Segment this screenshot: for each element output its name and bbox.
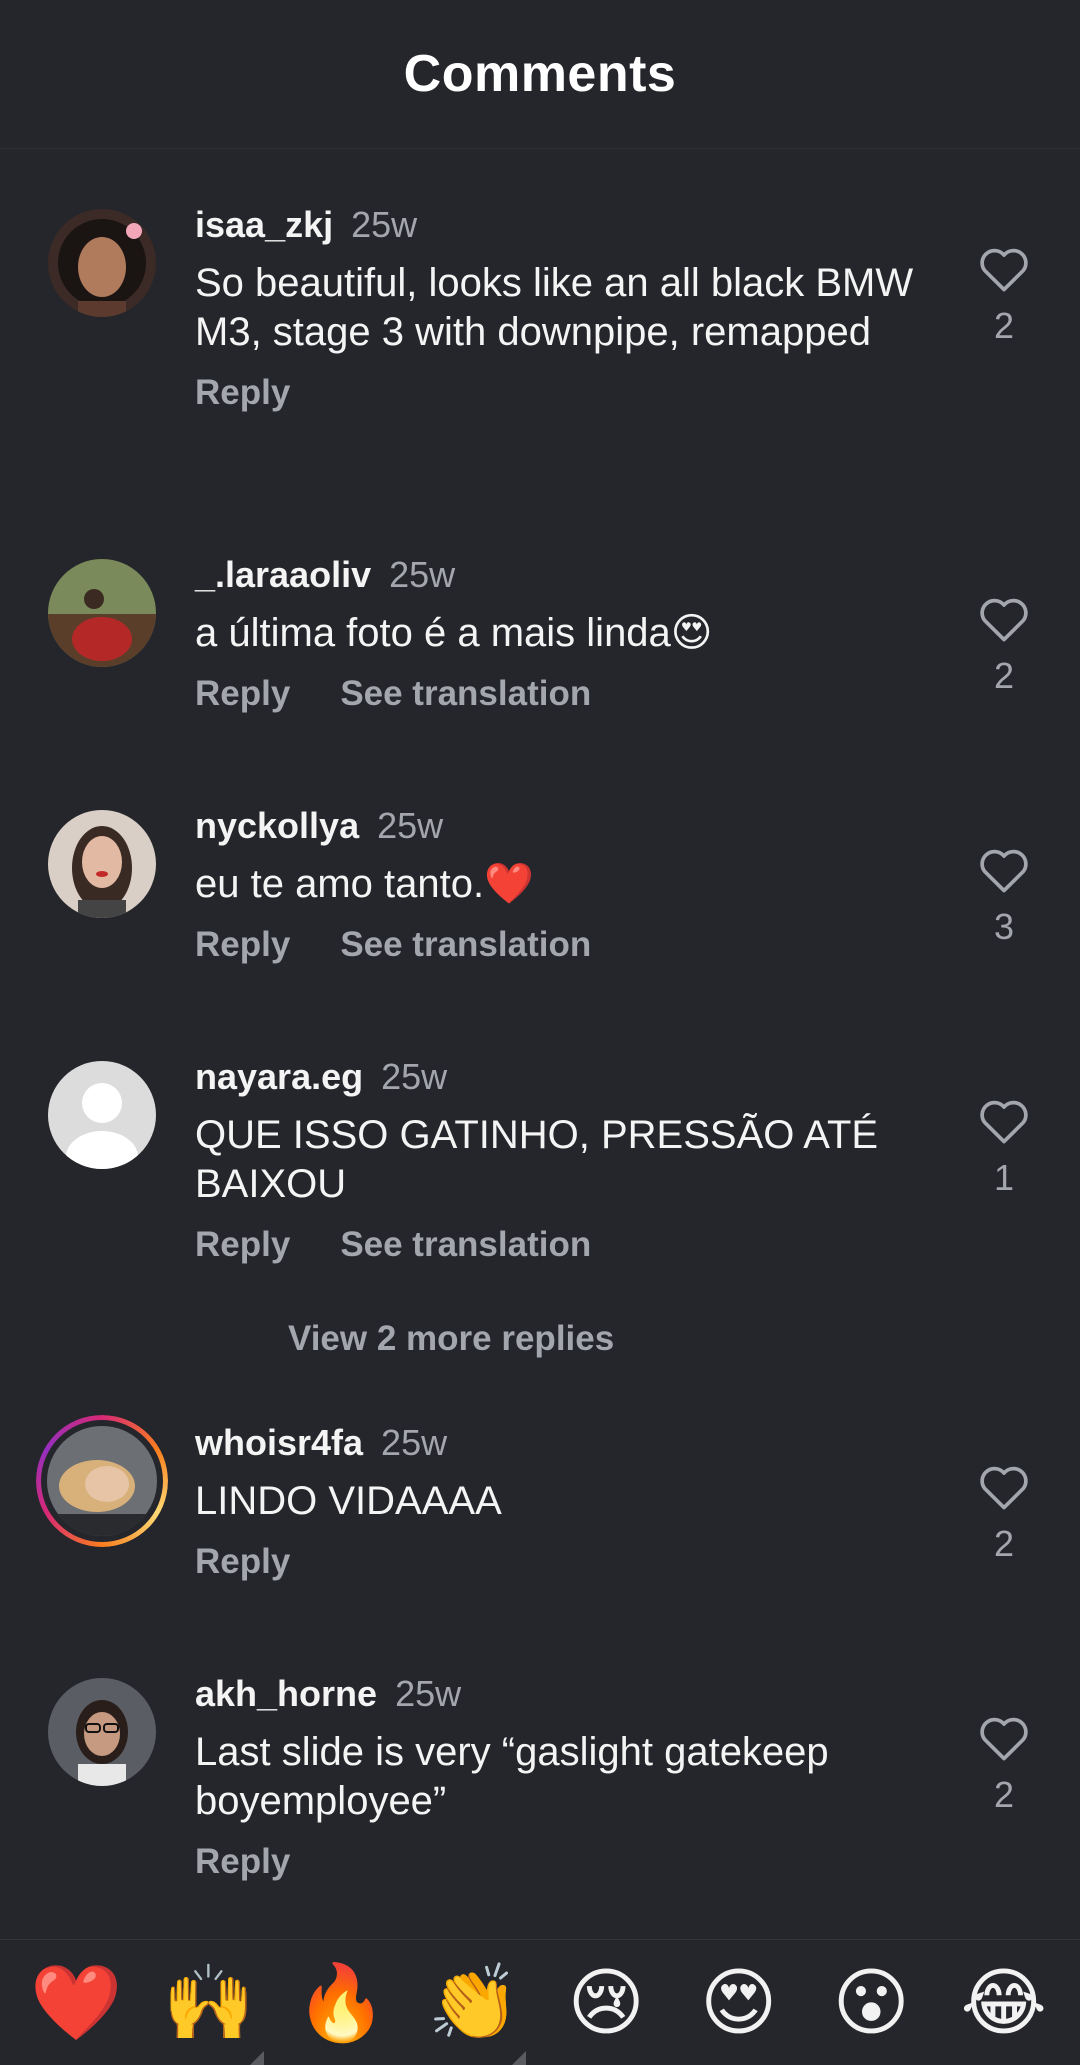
comment-text: QUE ISSO GATINHO, PRESSÃO ATÉ BAIXOU [195,1113,879,1206]
emoji-reaction-bar: ❤️ 🙌 🔥 👏 😢 😍 😮 😂 [0,1939,1080,2065]
comment-body: akh_horne 25w Last slide is very “gasligh… [195,1672,955,1882]
comment-actions: Reply [195,1542,955,1582]
see-translation-link[interactable]: See translation [340,1225,591,1265]
comment-body: nayara.eg 25w QUE ISSO GATINHO, PRESSÃO A… [195,1055,955,1265]
heart-icon[interactable] [978,245,1030,293]
like-count: 2 [993,655,1015,696]
emoji-laughing-face[interactable]: 😂 [949,1963,1059,2043]
avatar[interactable] [48,1678,156,1786]
reply-button[interactable]: Reply [195,1542,290,1582]
default-avatar-icon [48,1061,156,1169]
like-control[interactable]: 1 [968,1097,1040,1199]
heart-icon[interactable] [978,595,1030,643]
comments-header: Comments [0,0,1080,149]
reply-button[interactable]: Reply [195,925,290,965]
comment-actions: Reply See translation [195,1225,955,1265]
comment-actions: Reply [195,1842,955,1882]
emoji-clapping-hands[interactable]: 👏 [419,1963,529,2043]
comment-text: eu te amo tanto.❤️ [195,862,534,906]
view-more-replies-button[interactable]: View 2 more replies [288,1319,614,1359]
timestamp: 25w [351,204,418,245]
comment-meta: whoisr4fa 25w [195,1421,955,1465]
comment-text: LINDO VIDAAAA [195,1479,502,1523]
like-control[interactable]: 2 [968,245,1040,347]
page-title: Comments [403,45,677,103]
username[interactable]: _.laraaoliv [195,554,371,595]
like-control[interactable]: 2 [968,595,1040,697]
comment-meta: akh_horne 25w [195,1672,955,1716]
comment-meta: isaa_zkj 25w [195,203,955,247]
see-translation-link[interactable]: See translation [340,674,591,714]
emoji-heart-eyes[interactable]: 😍 [684,1963,794,2043]
reply-button[interactable]: Reply [195,674,290,714]
reply-button[interactable]: Reply [195,373,290,413]
like-control[interactable]: 2 [968,1714,1040,1816]
avatar[interactable] [48,810,156,918]
reply-button[interactable]: Reply [195,1842,290,1882]
like-count: 3 [993,906,1015,947]
heart-icon[interactable] [978,1097,1030,1145]
comment-text: So beautiful, looks like an all black BM… [195,261,914,354]
like-control[interactable]: 3 [968,846,1040,948]
like-count: 2 [993,1523,1015,1564]
timestamp: 25w [395,1673,462,1714]
username[interactable]: nayara.eg [195,1056,363,1097]
comment-body: _.laraaoliv 25w a última foto é a mais li… [195,553,955,714]
username[interactable]: whoisr4fa [195,1422,363,1463]
like-count: 1 [993,1157,1015,1198]
comment-actions: Reply See translation [195,674,955,714]
timestamp: 25w [381,1422,448,1463]
username[interactable]: nyckollya [195,805,359,846]
comment-body: isaa_zkj 25w So beautiful, looks like an … [195,203,955,413]
heart-icon[interactable] [978,1463,1030,1511]
timestamp: 25w [389,554,456,595]
emoji-surprised-face[interactable]: 😮 [816,1963,926,2043]
comment-meta: nyckollya 25w [195,804,955,848]
emoji-crying-face[interactable]: 😢 [551,1963,661,2043]
heart-icon[interactable] [978,1714,1030,1762]
avatar[interactable] [48,1061,156,1169]
timestamp: 25w [381,1056,448,1097]
skin-tone-indicator [512,2051,526,2065]
emoji-raising-hands[interactable]: 🙌 [154,1963,264,2043]
avatar-story-ring[interactable] [36,1415,168,1547]
emoji-fire[interactable]: 🔥 [286,1963,396,2043]
comment-meta: nayara.eg 25w [195,1055,955,1099]
like-control[interactable]: 2 [968,1463,1040,1565]
comment-text: Last slide is very “gaslight gatekeep bo… [195,1730,829,1823]
heart-icon[interactable] [978,846,1030,894]
username[interactable]: isaa_zkj [195,204,333,245]
see-translation-link[interactable]: See translation [340,925,591,965]
comment-actions: Reply See translation [195,925,955,965]
comment-meta: _.laraaoliv 25w [195,553,955,597]
emoji-red-heart[interactable]: ❤️ [21,1963,131,2043]
avatar[interactable] [48,209,156,317]
reply-button[interactable]: Reply [195,1225,290,1265]
timestamp: 25w [377,805,444,846]
comment-text: a última foto é a mais linda😍 [195,611,713,655]
like-count: 2 [993,305,1015,346]
avatar[interactable] [48,559,156,667]
like-count: 2 [993,1774,1015,1815]
comment-actions: Reply [195,373,955,413]
skin-tone-indicator [250,2051,264,2065]
comment-body: nyckollya 25w eu te amo tanto.❤️ Reply Se… [195,804,955,965]
comment-body: whoisr4fa 25w LINDO VIDAAAA Reply [195,1421,955,1582]
username[interactable]: akh_horne [195,1673,377,1714]
